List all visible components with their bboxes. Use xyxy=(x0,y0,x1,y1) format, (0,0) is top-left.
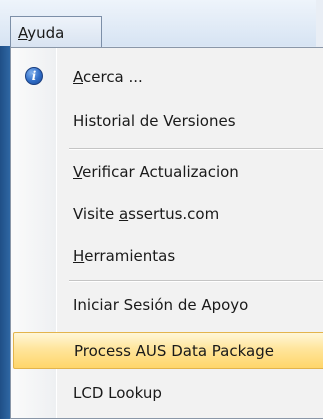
menu-item-acerca-label: Acerca ... xyxy=(73,67,143,86)
menu-item-historial-label: Historial de Versiones xyxy=(73,111,236,130)
help-info-icon: i xyxy=(25,67,43,85)
menu-item-visite[interactable]: Visite assertus.com xyxy=(11,195,323,232)
ayuda-dropdown-menu: i Acerca ... Historial de Versiones Veri… xyxy=(10,47,323,419)
menu-item-lcd-lookup[interactable]: LCD Lookup xyxy=(11,374,323,411)
menu-item-herramientas-label: Herramientas xyxy=(73,246,176,265)
menu-item-lcd-lookup-label: LCD Lookup xyxy=(73,383,162,402)
parent-window-edge xyxy=(0,46,10,419)
menu-item-process-aus-label: Process AUS Data Package xyxy=(74,341,274,360)
menu-item-herramientas[interactable]: Herramientas xyxy=(11,237,323,274)
menu-separator xyxy=(69,280,323,282)
menu-separator xyxy=(69,148,323,150)
menu-item-verificar-label: Verificar Actualizacion xyxy=(73,162,239,181)
menu-item-iniciar-sesion[interactable]: Iniciar Sesión de Apoyo xyxy=(11,286,323,323)
menu-item-process-aus[interactable]: Process AUS Data Package xyxy=(13,332,323,369)
menu-item-iniciar-sesion-label: Iniciar Sesión de Apoyo xyxy=(73,295,249,314)
menu-ayuda-label: Ayuda xyxy=(18,23,65,42)
menu-item-historial[interactable]: Historial de Versiones xyxy=(11,102,323,139)
menu-item-acerca[interactable]: i Acerca ... xyxy=(11,58,323,95)
menu-ayuda[interactable]: Ayuda xyxy=(10,16,102,48)
menu-item-verificar[interactable]: Verificar Actualizacion xyxy=(11,153,323,190)
menu-item-visite-label: Visite assertus.com xyxy=(73,204,220,223)
